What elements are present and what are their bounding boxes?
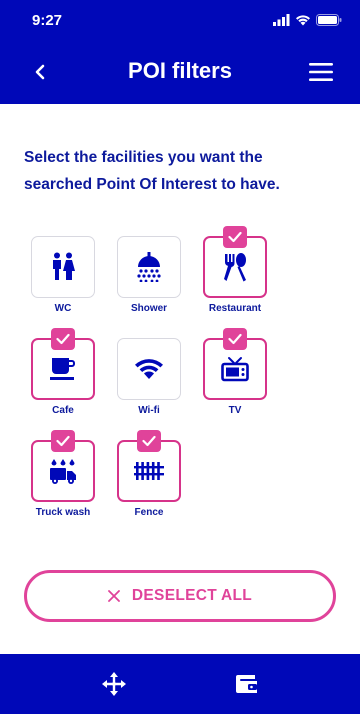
facility-tile-wc[interactable]: WC bbox=[31, 236, 95, 314]
facility-box bbox=[117, 430, 181, 502]
fence-icon bbox=[134, 462, 164, 480]
facility-tile-fence[interactable]: Fence bbox=[117, 430, 181, 518]
shower-icon bbox=[137, 252, 161, 282]
facility-label: Restaurant bbox=[208, 303, 262, 314]
facility-tile-truck-wash[interactable]: Truck wash bbox=[31, 430, 95, 518]
tv-icon bbox=[221, 357, 249, 382]
page-title: POI filters bbox=[128, 58, 232, 83]
facility-tile-tv[interactable]: TV bbox=[203, 328, 267, 416]
deselect-all-button[interactable]: DESELECT ALL bbox=[24, 570, 336, 622]
battery-icon bbox=[316, 14, 342, 26]
check-icon bbox=[228, 231, 242, 243]
facility-label: Fence bbox=[134, 507, 164, 518]
facility-box bbox=[31, 328, 95, 400]
wallet-button[interactable] bbox=[233, 670, 261, 698]
status-time: 9:27 bbox=[32, 12, 63, 29]
facility-box bbox=[117, 236, 181, 298]
app-header: 9:27 POI filters bbox=[0, 0, 360, 104]
facility-tile-wifi[interactable]: Wi-fi bbox=[117, 338, 181, 416]
checkmark-badge bbox=[51, 328, 75, 350]
title-row: POI filters bbox=[0, 50, 360, 94]
status-icons bbox=[273, 14, 342, 26]
check-icon bbox=[56, 333, 70, 345]
check-icon bbox=[142, 435, 156, 447]
facility-box bbox=[117, 338, 181, 400]
checkmark-badge bbox=[137, 430, 161, 452]
facility-box bbox=[31, 430, 95, 502]
truck-wash-icon bbox=[50, 459, 76, 484]
facility-tile-shower[interactable]: Shower bbox=[117, 236, 181, 314]
facility-tile-cafe[interactable]: Cafe bbox=[31, 328, 95, 416]
checkmark-badge bbox=[51, 430, 75, 452]
facility-box bbox=[203, 226, 267, 298]
restaurant-icon bbox=[224, 253, 246, 282]
facility-box bbox=[203, 328, 267, 400]
signal-icon bbox=[273, 14, 290, 26]
checkmark-badge bbox=[223, 328, 247, 350]
facility-tile-restaurant[interactable]: Restaurant bbox=[203, 226, 267, 314]
deselect-all-label: DESELECT ALL bbox=[131, 587, 253, 604]
close-icon bbox=[108, 590, 120, 602]
menu-button[interactable] bbox=[308, 60, 334, 84]
hamburger-icon bbox=[309, 63, 333, 81]
wifi-icon bbox=[135, 359, 163, 379]
check-icon bbox=[228, 333, 242, 345]
facility-label: TV bbox=[228, 405, 242, 416]
wallet-icon bbox=[236, 675, 257, 693]
checkmark-badge bbox=[223, 226, 247, 248]
move-icon bbox=[102, 672, 126, 696]
move-button[interactable] bbox=[100, 670, 128, 698]
intro-text: Select the facilities you want the searc… bbox=[24, 149, 280, 193]
cafe-icon bbox=[50, 358, 75, 380]
wc-icon bbox=[53, 252, 75, 280]
facility-box bbox=[31, 236, 95, 298]
check-icon bbox=[56, 435, 70, 447]
wifi-status-icon bbox=[296, 15, 310, 26]
bottom-nav bbox=[0, 654, 360, 714]
